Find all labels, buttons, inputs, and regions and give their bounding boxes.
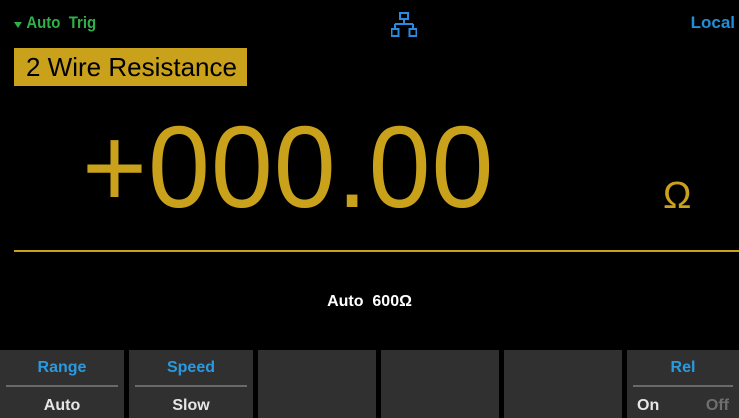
softkey-range-label: Range bbox=[37, 359, 87, 376]
trigger-mode-indicator: Auto Trig bbox=[14, 13, 96, 34]
softkey-speed-label: Speed bbox=[166, 359, 215, 376]
softkey-empty-5[interactable] bbox=[504, 350, 622, 418]
softkey-bar: Range Auto Speed Slow Rel On Off bbox=[0, 350, 739, 418]
trigger-arrow-icon bbox=[14, 14, 22, 34]
softkey-range[interactable]: Range Auto bbox=[0, 350, 124, 418]
remote-state-indicator: Local bbox=[690, 13, 735, 32]
softkey-range-value: Auto bbox=[43, 397, 81, 414]
softkey-rel-label: Rel bbox=[670, 359, 696, 376]
reading-unit: Ω bbox=[663, 175, 692, 217]
softkey-speed[interactable]: Speed Slow bbox=[129, 350, 253, 418]
trigger-mode-text: Auto Trig bbox=[26, 13, 97, 32]
function-title: 2 Wire Resistance bbox=[14, 48, 247, 86]
main-reading: +000.00 bbox=[82, 102, 495, 232]
reading-divider bbox=[14, 250, 739, 252]
softkey-separator bbox=[633, 385, 733, 387]
softkey-speed-value: Slow bbox=[172, 397, 210, 414]
rel-option-on: On bbox=[637, 397, 660, 414]
rel-option-off: Off bbox=[705, 397, 729, 414]
softkey-separator bbox=[6, 385, 118, 387]
softkey-empty-4[interactable] bbox=[381, 350, 499, 418]
range-info: Auto 600Ω bbox=[327, 293, 412, 310]
lan-network-icon bbox=[390, 12, 418, 38]
status-bar: Auto Trig Local bbox=[0, 0, 739, 40]
softkey-empty-3[interactable] bbox=[258, 350, 376, 418]
softkey-rel[interactable]: Rel On Off bbox=[627, 350, 739, 418]
softkey-separator bbox=[135, 385, 247, 387]
